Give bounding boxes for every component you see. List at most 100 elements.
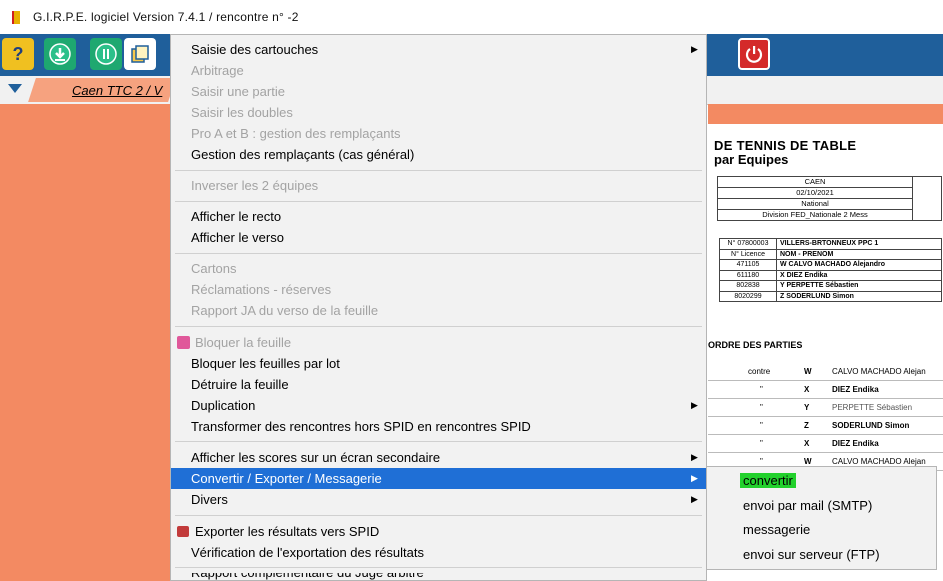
ordre-cell: " — [760, 421, 763, 430]
menu-item-cartons: Cartons — [171, 258, 706, 279]
team-cell: W CALVO MACHADO Alejandro — [780, 261, 885, 268]
menu-item-saisie-cartouches[interactable]: Saisie des cartouches ▶ — [171, 39, 706, 60]
team-cell: 471105 — [720, 260, 777, 270]
window-title: G.I.R.P.E. logiciel Version 7.4.1 / renc… — [33, 10, 299, 24]
match-info-box: CAEN 02/10/2021 National Division FED_Na… — [717, 176, 913, 221]
menu-item-label: Saisir une partie — [191, 84, 285, 99]
menu-separator — [175, 441, 702, 442]
ordre-cell: DIEZ Endika — [832, 439, 879, 448]
menu-item-label: Saisie des cartouches — [191, 42, 319, 57]
team-cell: Z SODERLUND Simon — [780, 292, 854, 300]
menu-item-label: Inverser les 2 équipes — [191, 178, 319, 193]
ordre-cell: " — [760, 457, 763, 466]
menu-item-label: Pro A et B : gestion des remplaçants — [191, 126, 401, 141]
title-bar: G.I.R.P.E. logiciel Version 7.4.1 / renc… — [0, 0, 943, 34]
submenu-item-messagerie[interactable]: messagerie — [743, 522, 810, 537]
info-icon[interactable] — [90, 38, 122, 70]
team-cell: NOM - PRENOM — [780, 250, 834, 258]
ordre-cell: Y — [804, 403, 810, 412]
menu-item-arbitrage: Arbitrage — [171, 60, 706, 81]
submenu-arrow-icon: ▶ — [691, 494, 698, 504]
export-icon — [177, 526, 189, 537]
power-icon[interactable] — [738, 38, 770, 70]
submenu-arrow-icon: ▶ — [691, 473, 698, 483]
match-info-row: Division FED_Nationale 2 Mess — [718, 209, 912, 220]
team-cell: 8020299 — [720, 291, 777, 301]
submenu-arrow-icon: ▶ — [691, 400, 698, 410]
team-row: 471105 W CALVO MACHADO Alejandro — [720, 259, 941, 270]
submenu-item-convertir[interactable]: convertir — [740, 473, 796, 488]
ordre-cell: CALVO MACHADO Alejan — [832, 367, 926, 376]
menu-item-afficher-verso[interactable]: Afficher le verso — [171, 227, 706, 248]
help-icon[interactable]: ? — [2, 38, 34, 70]
menu-item-rapport-ja: Rapport JA du verso de la feuille — [171, 300, 706, 321]
team-cell: Y PERPETTE Sébastien — [780, 282, 859, 289]
menu-separator — [175, 567, 702, 568]
menu-item-divers[interactable]: Divers ▶ — [171, 489, 706, 510]
team-row: 8020299 Z SODERLUND Simon — [720, 290, 941, 301]
tab-caen[interactable]: Caen TTC 2 / V — [72, 83, 162, 98]
menu-item-label: Rapport JA du verso de la feuille — [191, 303, 379, 318]
menu-item-label: Afficher les scores sur un écran seconda… — [191, 450, 441, 465]
team-cell: 802838 — [720, 281, 777, 291]
menu-separator — [175, 515, 702, 516]
menu-separator — [175, 201, 702, 202]
ordre-cell: X — [804, 439, 810, 448]
menu-item-bloquer-feuille: Bloquer la feuille — [171, 332, 706, 353]
context-menu: Saisie des cartouches ▶ Arbitrage Saisir … — [170, 34, 707, 581]
ordre-cell: DIEZ Endika — [832, 385, 879, 394]
ordre-cell: SODERLUND Simon — [832, 421, 910, 430]
download-icon[interactable] — [44, 38, 76, 70]
app-logo-icon — [12, 11, 20, 24]
menu-item-label: Réclamations - réserves — [191, 282, 332, 297]
ordre-cell: Z — [804, 421, 809, 430]
team-cell: 611180 — [720, 270, 777, 280]
menu-item-label: Exporter les résultats vers SPID — [195, 524, 380, 539]
menu-item-label: Convertir / Exporter / Messagerie — [191, 471, 382, 486]
menu-item-label: Divers — [191, 492, 228, 507]
menu-item-transformer-spid[interactable]: Transformer des rencontres hors SPID en … — [171, 416, 706, 437]
menu-item-label: Bloquer la feuille — [195, 335, 292, 350]
menu-item-exporter-spid[interactable]: Exporter les résultats vers SPID — [171, 521, 706, 542]
menu-item-detruire-feuille[interactable]: Détruire la feuille — [171, 374, 706, 395]
menu-item-label: Vérification de l'exportation des résult… — [191, 545, 424, 560]
ordre-row: contre W CALVO MACHADO Alejan — [708, 362, 943, 381]
menu-item-afficher-recto[interactable]: Afficher le recto — [171, 206, 706, 227]
menu-item-pro-ab-remplacants: Pro A et B : gestion des remplaçants — [171, 123, 706, 144]
menu-separator — [175, 170, 702, 171]
menu-separator — [175, 253, 702, 254]
team-cell: VILLERS-BRTONNEUX PPC 1 — [780, 240, 879, 247]
menu-item-bloquer-lot[interactable]: Bloquer les feuilles par lot — [171, 353, 706, 374]
ordre-title: ORDRE DES PARTIES — [708, 340, 803, 350]
ordre-row: " Z SODERLUND Simon — [708, 416, 943, 435]
menu-item-label: Afficher le verso — [191, 230, 284, 245]
match-info-row: National — [718, 198, 912, 209]
menu-item-verification-export[interactable]: Vérification de l'exportation des résult… — [171, 542, 706, 563]
menu-item-label: Bloquer les feuilles par lot — [191, 356, 340, 371]
menu-item-saisir-partie: Saisir une partie — [171, 81, 706, 102]
submenu-item-serveur-ftp[interactable]: envoi sur serveur (FTP) — [743, 547, 880, 562]
match-info-row: CAEN — [804, 177, 826, 186]
menu-item-convertir-exporter[interactable]: Convertir / Exporter / Messagerie ▶ — [171, 468, 706, 489]
copy-icon[interactable] — [124, 38, 156, 70]
menu-item-afficher-scores[interactable]: Afficher les scores sur un écran seconda… — [171, 447, 706, 468]
menu-item-label: Cartons — [191, 261, 237, 276]
ordre-cell: " — [760, 439, 763, 448]
menu-item-reclamations: Réclamations - réserves — [171, 279, 706, 300]
menu-item-gestion-remplacants[interactable]: Gestion des remplaçants (cas général) — [171, 144, 706, 165]
menu-item-rapport-juge[interactable]: Rapport complémentaire du Juge arbitre — [171, 573, 706, 581]
submenu-item-mail-smtp[interactable]: envoi par mail (SMTP) — [743, 498, 872, 513]
menu-item-label: Saisir les doubles — [191, 105, 293, 120]
menu-item-duplication[interactable]: Duplication ▶ — [171, 395, 706, 416]
match-info-side — [911, 176, 942, 221]
ordre-cell: contre — [748, 367, 771, 376]
menu-item-label: Rapport complémentaire du Juge arbitre — [191, 573, 424, 581]
menu-item-label: Transformer des rencontres hors SPID en … — [191, 419, 531, 434]
menu-item-label: Afficher le recto — [191, 209, 282, 224]
ordre-cell: W — [804, 457, 812, 466]
ordre-cell: PERPETTE Sébastien — [832, 403, 913, 412]
tab-dropdown-icon[interactable] — [8, 84, 22, 93]
sheet-header-band — [708, 104, 943, 124]
menu-separator — [175, 326, 702, 327]
submenu-arrow-icon: ▶ — [691, 452, 698, 462]
